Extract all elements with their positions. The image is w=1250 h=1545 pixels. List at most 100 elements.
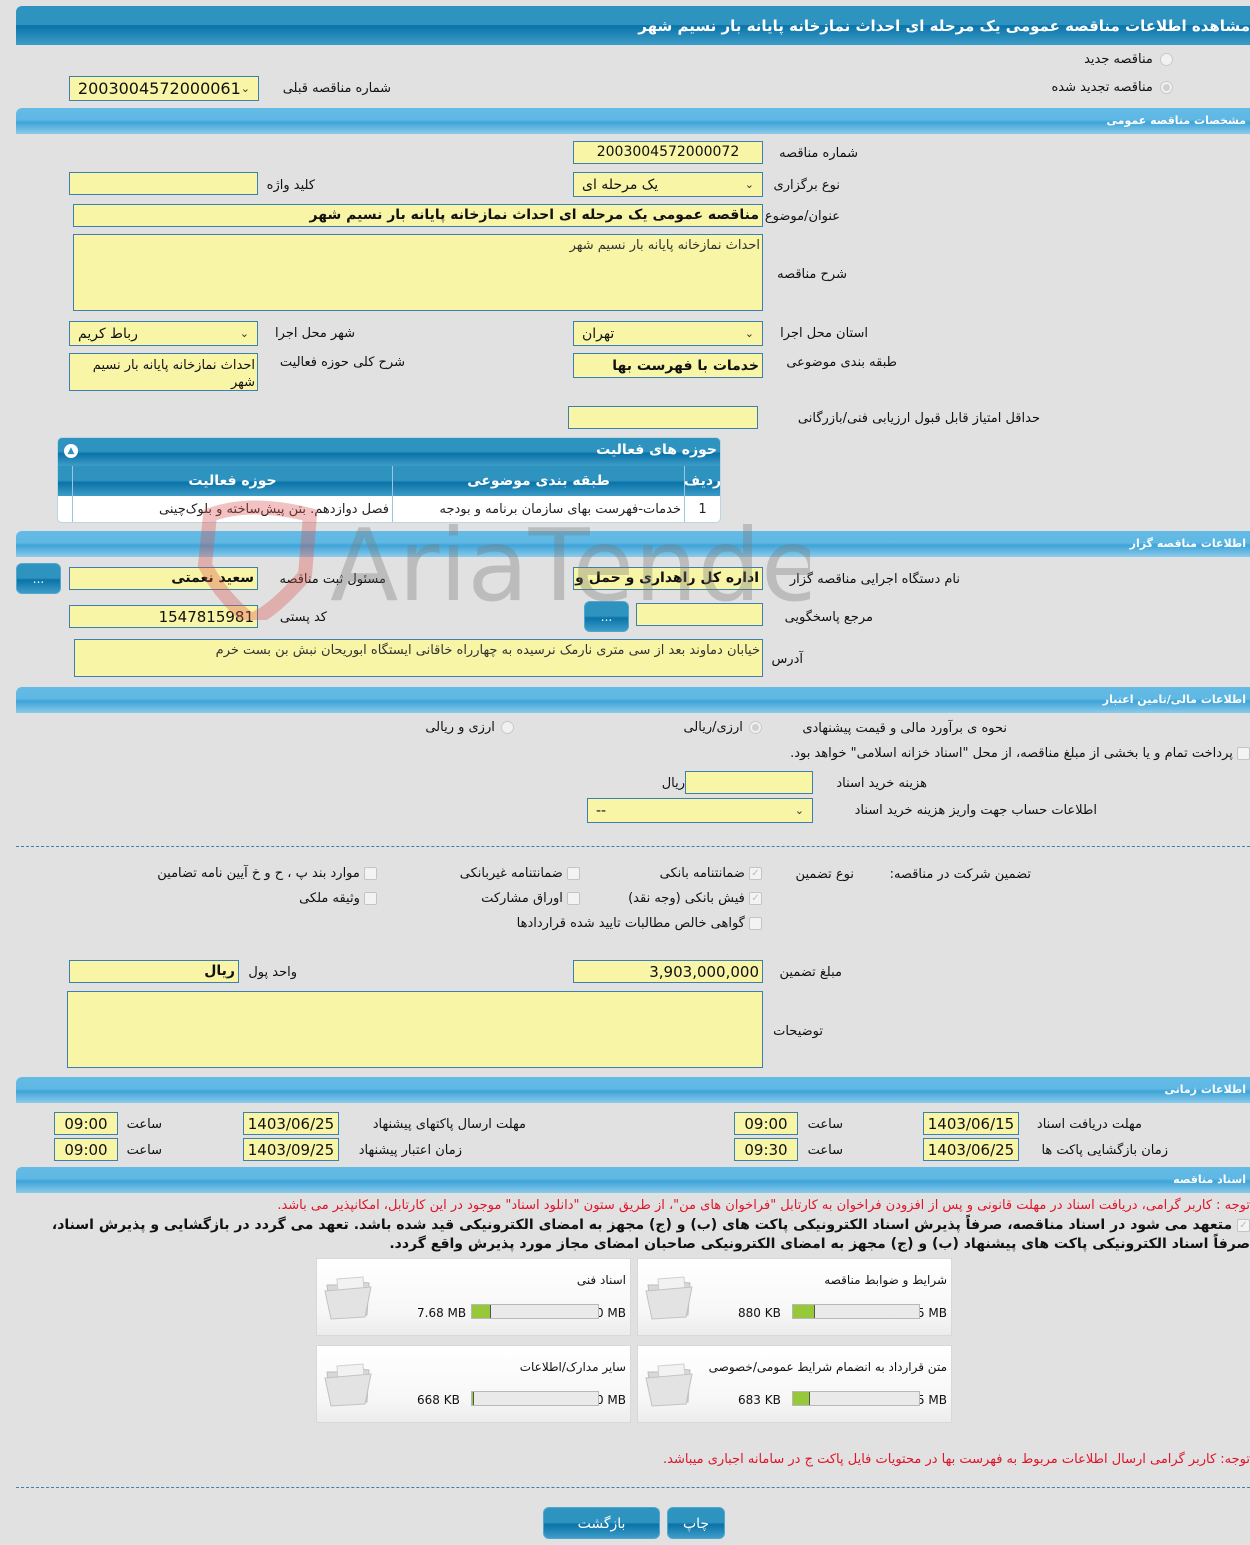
checkbox-clauses[interactable] [364,867,377,880]
postal-code-label: کد پستی [279,610,327,625]
table-row[interactable]: 1 خدمات-فهرست بهای سازمان برنامه و بودجه… [58,496,720,522]
radio-rial[interactable]: ارزی/ریالی [683,720,762,735]
checkbox-nonbank-guarantee[interactable] [567,867,580,880]
document-size: 880 KB [738,1306,781,1320]
document-progress-bar [792,1304,920,1319]
document-progress-fill [472,1305,491,1318]
submit-deadline-time[interactable]: 09:00 [54,1112,118,1135]
document-card[interactable]: متن قرارداد به انضمام شرایط عمومی/خصوصی 5… [637,1345,952,1423]
address-field[interactable]: خیابان دماوند بعد از سی متری نارمک نرسید… [74,639,763,677]
document-card[interactable]: اسناد فنی 50 MB 7.68 MB [316,1258,631,1336]
document-title: سایر مدارک/اطلاعات [519,1360,626,1374]
doc-deadline-date[interactable]: 1403/06/15 [923,1112,1019,1135]
checkbox-receivables[interactable] [749,917,762,930]
doc-cost-field[interactable] [685,771,813,794]
document-card[interactable]: سایر مدارک/اطلاعات 50 MB 668 KB [316,1345,631,1423]
city-label: شهر محل اجرا [275,326,355,341]
address-label: آدرس [771,652,803,667]
activity-grid-columns: ردیف طبقه بندی موضوعی حوزه فعالیت [58,466,720,496]
reference-field[interactable] [636,603,763,626]
guarantee-option-receivables[interactable]: گواهی خالص مطالبات تایید شده قراردادها [517,916,762,931]
radio-both[interactable]: ارزی و ریالی [425,720,514,735]
treasury-checkbox-row[interactable]: پرداخت تمام و یا بخشی از مبلغ مناقصه، از… [790,746,1250,761]
section-general: مشخصات مناقصه عمومی [16,108,1250,134]
radio-new-icon[interactable] [1160,53,1173,66]
radio-new-tender[interactable]: مناقصه جدید [1084,52,1173,67]
activity-grid-header: حوزه های فعالیت ▲ [58,438,720,466]
document-max-size: 5 MB [916,1393,947,1407]
activity-grid-title: حوزه های فعالیت [596,442,717,458]
category-field[interactable]: خدمات با فهرست بها [573,353,763,378]
min-score-field[interactable] [568,406,758,429]
submit-deadline-hour-label: ساعت [126,1117,162,1132]
checkbox-cash-receipt[interactable]: ✓ [749,892,762,905]
holding-type-label: نوع برگزاری [773,178,840,193]
column-header-category[interactable]: طبقه بندی موضوعی [392,466,684,496]
notes-textarea[interactable] [67,991,763,1068]
radio-rial-icon[interactable] [749,721,762,734]
checkbox-bonds[interactable] [567,892,580,905]
collapse-icon[interactable]: ▲ [64,444,78,458]
guarantee-option-property[interactable]: وثیقه ملکی [299,891,377,906]
guarantee-option-clauses[interactable]: موارد بند پ ، ح و خ آیین نامه تضامین [157,866,377,881]
guarantee-option-nonbank[interactable]: ضمانتنامه غیربانکی [460,866,580,881]
amount-field[interactable]: 3,903,000,000 [573,960,763,983]
document-card[interactable]: شرایط و ضوابط مناقصه 5 MB 880 KB [637,1258,952,1336]
validity-label: زمان اعتبار پیشنهاد [358,1143,462,1158]
commitment-checkbox[interactable]: ✓ [1237,1218,1250,1232]
radio-renewed-icon[interactable] [1160,81,1173,94]
subject-field[interactable]: مناقصه عمومی یک مرحله ای احداث نمازخانه … [73,204,763,227]
postal-code-field[interactable]: 1547815981 [69,605,258,628]
description-textarea[interactable]: احداث نمازخانه پایانه بار نسیم شهر [73,234,763,311]
validity-date[interactable]: 1403/09/25 [243,1138,339,1161]
treasury-label: پرداخت تمام و یا بخشی از مبلغ مناقصه، از… [790,746,1233,761]
province-select[interactable]: ⌄ تهران [573,321,763,346]
checkbox-bank-guarantee[interactable]: ✓ [749,867,762,880]
column-header-activity[interactable]: حوزه فعالیت [72,466,392,496]
section-documents: اسناد مناقصه [16,1167,1250,1193]
responsible-lookup-button[interactable]: ... [16,563,61,594]
chevron-down-icon: ⌄ [240,82,250,95]
tender-number-label: شماره مناقصه [779,146,858,161]
activity-desc-label: شرح کلی حوزه فعالیت [279,355,405,370]
currency-field[interactable]: ریال [69,960,239,983]
holding-type-select[interactable]: ⌄ یک مرحله ای [573,172,763,197]
checkbox-property[interactable] [364,892,377,905]
document-progress-fill [472,1392,474,1405]
validity-time[interactable]: 09:00 [54,1138,118,1161]
amount-label: مبلغ تضمین [779,965,842,980]
back-button[interactable]: بازگشت [543,1507,660,1539]
opening-date[interactable]: 1403/06/25 [923,1138,1019,1161]
document-progress-bar [471,1391,599,1406]
radio-renewed-tender[interactable]: مناقصه تجدید شده [1051,80,1173,95]
treasury-checkbox[interactable] [1237,747,1250,760]
city-select[interactable]: ⌄ رباط کریم [69,321,258,346]
document-size: 7.68 MB [417,1306,467,1320]
opening-time[interactable]: 09:30 [734,1138,798,1161]
option-label: ضمانتنامه غیربانکی [459,866,563,881]
commitment-row: ✓ متعهد می شود در اسناد مناقصه، صرفاً پذ… [52,1217,1250,1233]
activity-desc-field[interactable]: احداث نمازخانه پایانه بار نسیم شهر [69,353,258,391]
responsible-field[interactable]: سعید نعمتی [69,567,258,590]
guarantee-option-bank[interactable]: ✓ ضمانتنامه بانکی [660,866,762,881]
account-select[interactable]: ⌄ -- [587,798,813,823]
section-organizer: اطلاعات مناقصه گزار [16,531,1250,557]
min-score-label: حداقل امتیاز قابل قبول ارزیابی فنی/بازرگ… [797,411,1040,426]
org-field[interactable]: اداره کل راهداری و حمل و نقل جاده ای است… [573,567,763,590]
submit-deadline-date[interactable]: 1403/06/25 [243,1112,339,1135]
guarantee-option-bonds[interactable]: اوراق مشارکت [481,891,580,906]
radio-both-icon[interactable] [501,721,514,734]
commitment-text-2: صرفاً اسناد الکترونیکی پاکت های پیشنهاد … [389,1236,1250,1252]
keyword-field[interactable] [69,172,258,195]
holding-type-value: یک مرحله ای [582,176,659,193]
previous-number-select[interactable]: ⌄ 2003004572000061 [69,76,259,101]
column-header-row[interactable]: ردیف [684,466,720,496]
tender-number-field[interactable]: 2003004572000072 [573,141,763,164]
reference-lookup-button[interactable]: ... [584,601,629,632]
print-button[interactable]: چاپ [667,1507,725,1539]
guarantee-option-cash[interactable]: ✓ فیش بانکی (وجه نقد) [628,891,762,906]
currency-label: واحد پول [248,965,297,980]
option-label: فیش بانکی (وجه نقد) [628,891,745,906]
activity-grid: حوزه های فعالیت ▲ ردیف طبقه بندی موضوعی … [57,437,721,523]
doc-deadline-time[interactable]: 09:00 [734,1112,798,1135]
